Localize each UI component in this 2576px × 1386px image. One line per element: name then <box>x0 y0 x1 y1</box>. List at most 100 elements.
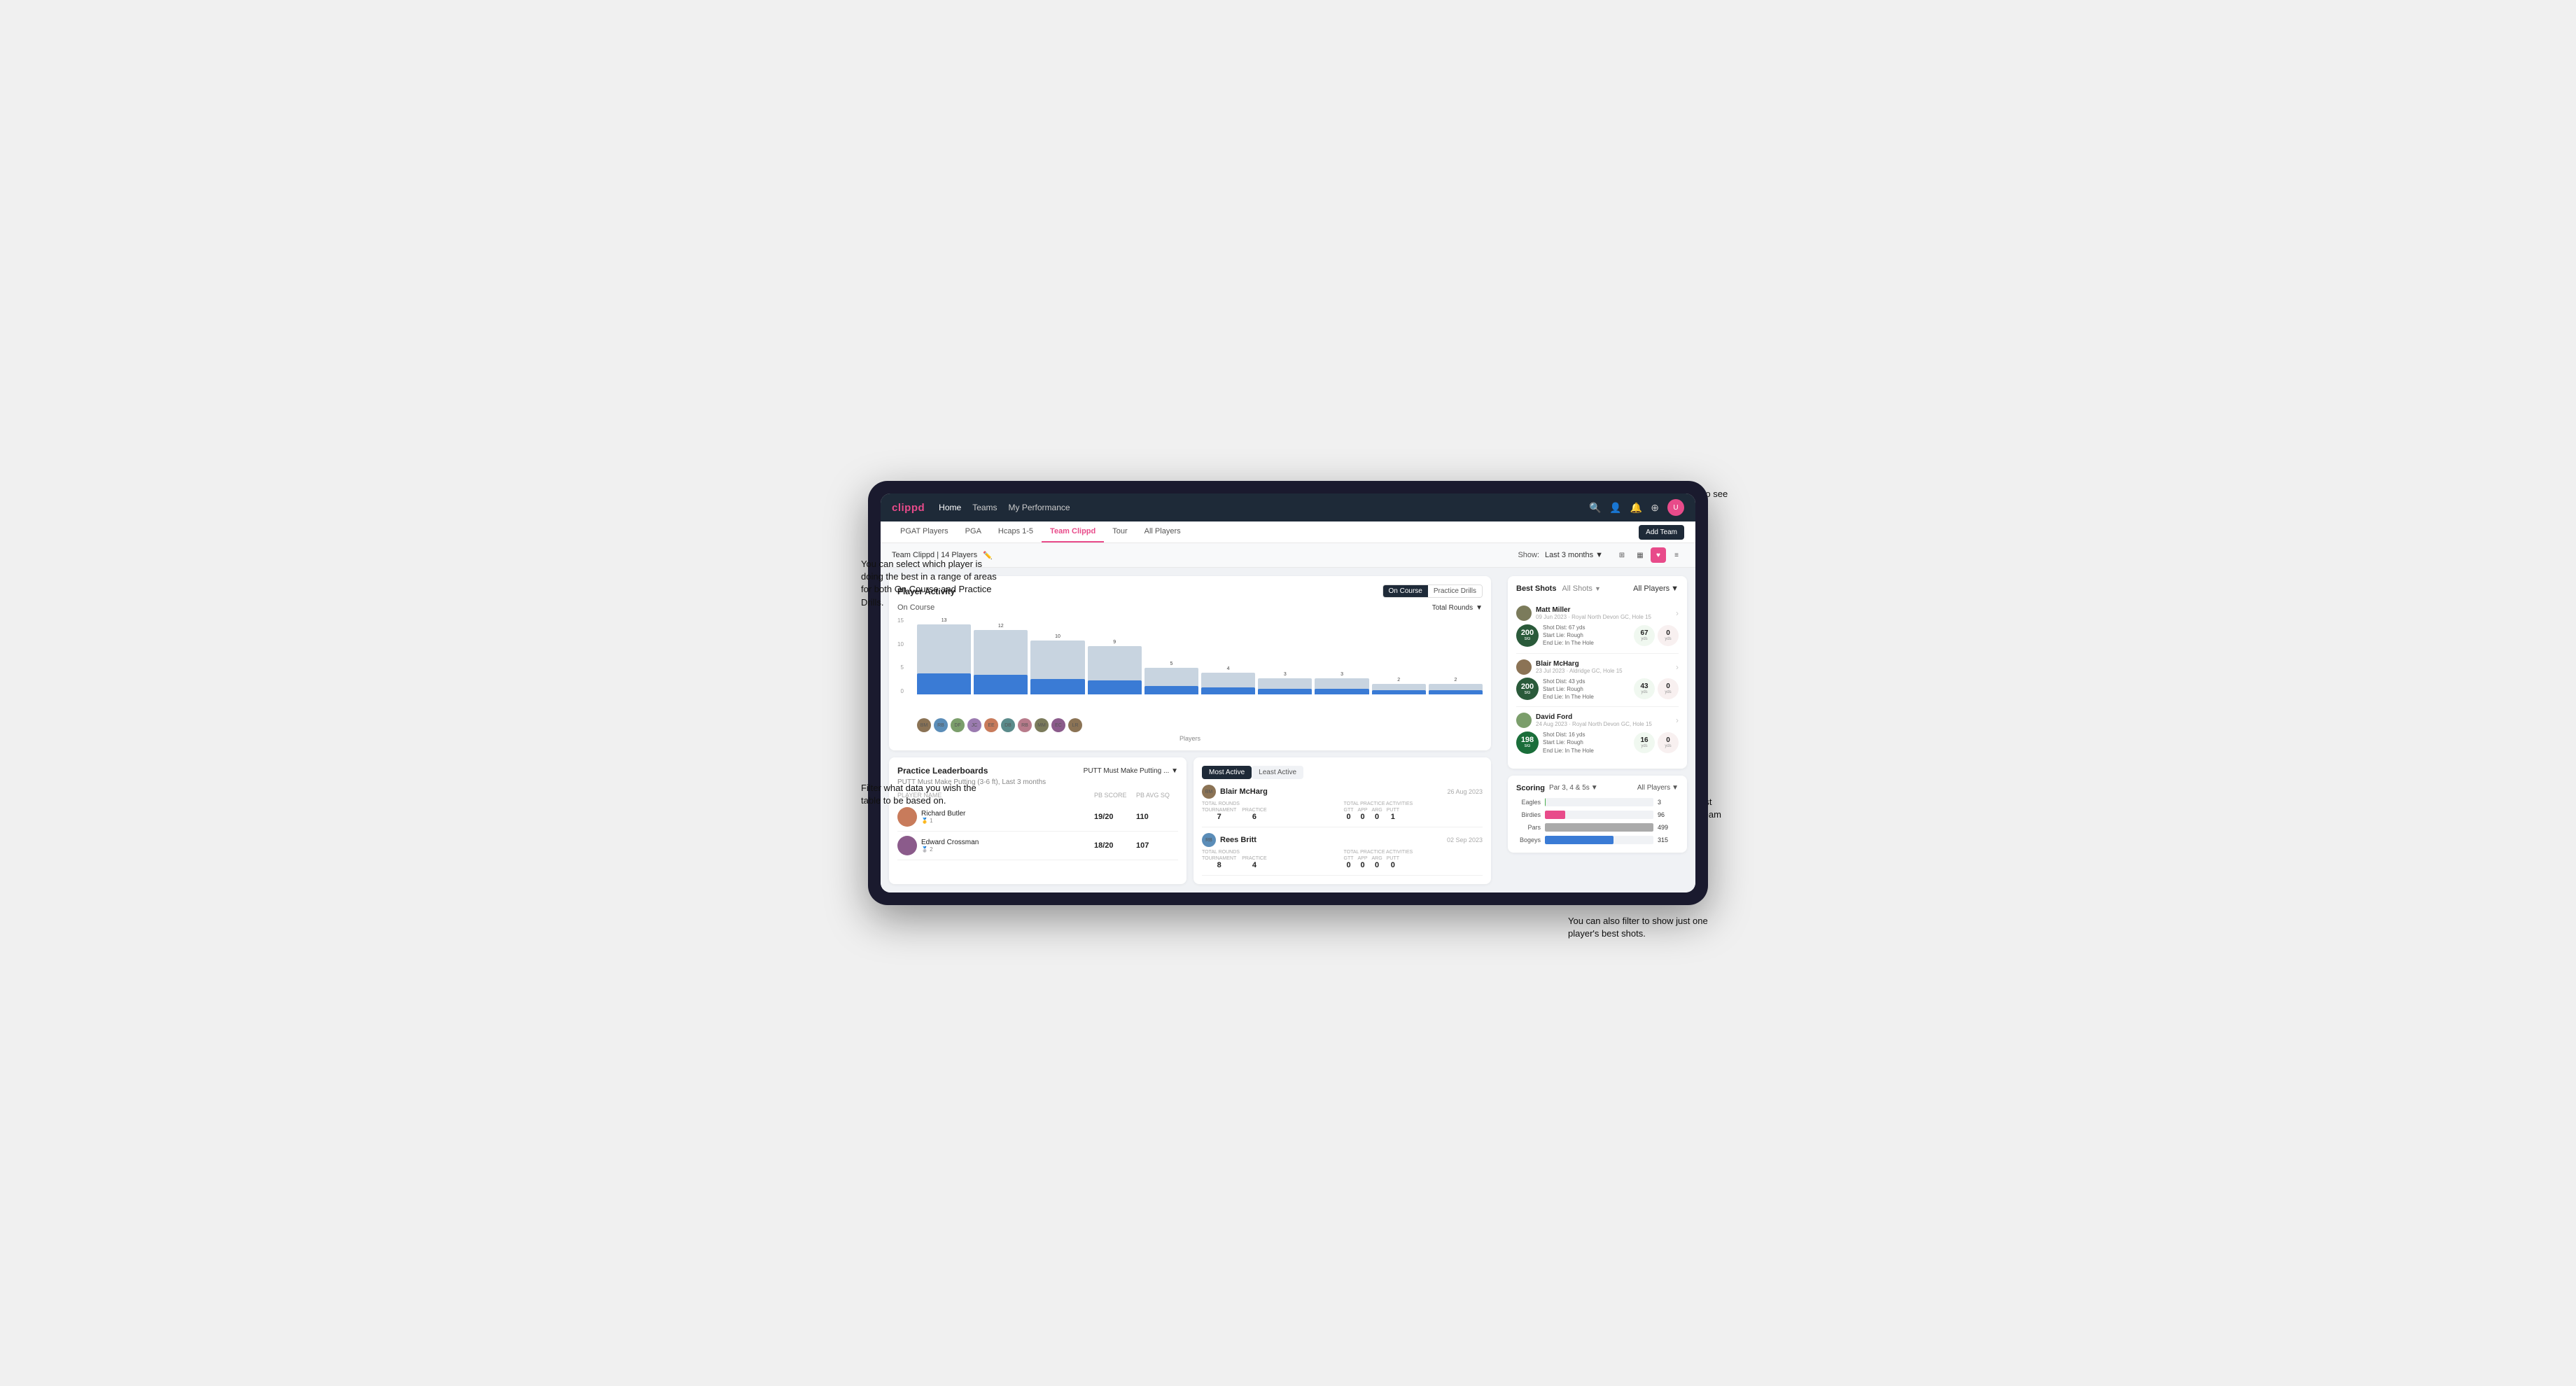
lb-score-1: 19/20 <box>1094 813 1136 821</box>
people-icon[interactable]: 👤 <box>1609 502 1621 514</box>
avatar-3[interactable]: DF <box>951 718 965 732</box>
shot-info-1: Shot Dist: 67 ydsStart Lie: RoughEnd Lie… <box>1543 624 1630 648</box>
leaderboard-header: Practice Leaderboards PUTT Must Make Put… <box>897 766 1178 776</box>
shot-entry-1[interactable]: Matt Miller 09 Jun 2023 · Royal North De… <box>1516 600 1679 654</box>
team-header: Team Clippd | 14 Players ✏️ Show: Last 3… <box>881 543 1695 568</box>
subnav-pga[interactable]: PGA <box>957 522 990 542</box>
birdies-bar-wrap <box>1545 811 1653 819</box>
shot-avatar-1 <box>1516 606 1532 621</box>
active-player-row-2[interactable]: RB Rees Britt 02 Sep 2023 Total Rounds <box>1202 827 1483 876</box>
view-list-btn[interactable]: ≡ <box>1669 547 1684 563</box>
avatar-5[interactable]: EE <box>984 718 998 732</box>
chevron-right-icon-1: › <box>1676 608 1679 618</box>
all-players-filter[interactable]: All Players ▼ <box>1633 584 1679 593</box>
chevron-down-icon5: ▼ <box>1671 584 1679 593</box>
scoring-filter-players[interactable]: All Players ▼ <box>1637 784 1679 792</box>
chevron-down-icon4: ▼ <box>1595 585 1601 592</box>
avatar-7[interactable]: RB <box>1018 718 1032 732</box>
tab-most-active[interactable]: Most Active <box>1202 766 1252 779</box>
practice-stat-2: Practice 4 <box>1242 856 1266 869</box>
avatar-8[interactable]: MM <box>1035 718 1049 732</box>
nav-teams[interactable]: Teams <box>972 500 997 514</box>
nav-home[interactable]: Home <box>939 500 961 514</box>
lb-row-2[interactable]: Edward Crossman 🥈 2 18/20 107 <box>897 832 1178 860</box>
shot-stats-2: 43 yds 0 yds <box>1634 678 1679 699</box>
top-nav: clippd Home Teams My Performance 🔍 👤 🔔 ⊕… <box>881 493 1695 522</box>
scoring-card: Scoring Par 3, 4 & 5s ▼ All Players ▼ <box>1508 776 1687 853</box>
chart-filter[interactable]: Total Rounds ▼ <box>1432 604 1483 612</box>
chevron-right-icon-2: › <box>1676 662 1679 672</box>
bar-9 <box>1372 684 1426 694</box>
chevron-down-icon2: ▼ <box>1476 604 1483 612</box>
avatar-9[interactable]: EC <box>1051 718 1065 732</box>
eagles-bar-fill <box>1545 798 1546 806</box>
active-date-1: 26 Aug 2023 <box>1447 788 1483 795</box>
view-grid4-btn[interactable]: ⊞ <box>1614 547 1630 563</box>
shot-player-info-2: Blair McHarg 23 Jul 2023 · Aldridge GC, … <box>1516 659 1623 675</box>
bar-group-1: 13 <box>917 618 971 694</box>
shot-stat-dist-1: 67 yds <box>1634 625 1655 646</box>
scoring-bar-bogeys: Bogeys 315 <box>1516 836 1679 844</box>
lb-col-avg: PB AVG SQ <box>1136 792 1178 799</box>
subnav-team-clippd[interactable]: Team Clippd <box>1042 522 1104 542</box>
shot-entry-2[interactable]: Blair McHarg 23 Jul 2023 · Aldridge GC, … <box>1516 654 1679 708</box>
nav-links: Home Teams My Performance <box>939 500 1575 514</box>
tablet-screen: clippd Home Teams My Performance 🔍 👤 🔔 ⊕… <box>881 493 1695 892</box>
scoring-title: Scoring <box>1516 784 1545 792</box>
scoring-filter-par[interactable]: Par 3, 4 & 5s ▼ <box>1549 784 1598 792</box>
tab-least-active[interactable]: Least Active <box>1252 766 1303 779</box>
right-panel: Best Shots All Shots ▼ All Players ▼ <box>1499 568 1695 892</box>
bell-icon[interactable]: 🔔 <box>1630 502 1642 514</box>
all-shots-tab[interactable]: All Shots ▼ <box>1562 584 1600 593</box>
subnav-all-players[interactable]: All Players <box>1136 522 1189 542</box>
active-name-1: Blair McHarg <box>1220 788 1268 796</box>
view-heart-btn[interactable]: ♥ <box>1651 547 1666 563</box>
bar-6 <box>1201 673 1255 694</box>
shot-info-2: Shot Dist: 43 ydsStart Lie: RoughEnd Lie… <box>1543 678 1630 701</box>
sub-nav: PGAT Players PGA Hcaps 1-5 Team Clippd T… <box>881 522 1695 543</box>
page-wrapper: Choose the timescale you wish to see the… <box>868 481 1708 905</box>
subnav-pgat[interactable]: PGAT Players <box>892 522 957 542</box>
search-icon[interactable]: 🔍 <box>1589 502 1601 514</box>
pars-bar-fill <box>1545 823 1653 832</box>
leaderboard-filter[interactable]: PUTT Must Make Putting ... ▼ <box>1084 767 1178 775</box>
user-avatar[interactable]: U <box>1667 499 1684 516</box>
putt-stat-1: PUTT 1 <box>1387 808 1399 821</box>
lb-avg-2: 107 <box>1136 841 1178 850</box>
subnav-hcaps[interactable]: Hcaps 1-5 <box>990 522 1042 542</box>
show-select[interactable]: Last 3 months ▼ <box>1545 551 1603 559</box>
active-player-row-1[interactable]: BM Blair McHarg 26 Aug 2023 Total Rounds <box>1202 779 1483 827</box>
shot-entry-3[interactable]: David Ford 24 Aug 2023 · Royal North Dev… <box>1516 707 1679 760</box>
bar-10 <box>1429 684 1483 694</box>
shot-player-name-3: David Ford <box>1536 713 1652 721</box>
toggle-practice-drills[interactable]: Practice Drills <box>1428 585 1482 597</box>
y-axis: 15 10 5 0 <box>897 617 906 694</box>
active-player-header-2: RB Rees Britt 02 Sep 2023 <box>1202 833 1483 847</box>
subnav-tour[interactable]: Tour <box>1104 522 1135 542</box>
avatar-4[interactable]: JC <box>967 718 981 732</box>
avatar-1[interactable]: BM <box>917 718 931 732</box>
shot-badge-1: 200 SG <box>1516 624 1539 647</box>
activity-toggle-group: On Course Practice Drills <box>1382 584 1483 598</box>
avatar-6[interactable]: DB <box>1001 718 1015 732</box>
shot-stat-zero-3: 0 yds <box>1658 732 1679 753</box>
bar-7 <box>1258 678 1312 694</box>
view-grid-btn[interactable]: ▦ <box>1632 547 1648 563</box>
arg-stat-2: ARG 0 <box>1372 856 1382 869</box>
add-team-button[interactable]: Add Team <box>1639 525 1684 540</box>
nav-my-performance[interactable]: My Performance <box>1009 500 1070 514</box>
bottom-row: Practice Leaderboards PUTT Must Make Put… <box>889 757 1491 884</box>
shot-badge-3: 198 SG <box>1516 732 1539 754</box>
gtt-stat-1: GTT 0 <box>1344 808 1354 821</box>
active-date-2: 02 Sep 2023 <box>1447 836 1483 844</box>
nav-icons: 🔍 👤 🔔 ⊕ U <box>1589 499 1684 516</box>
add-icon[interactable]: ⊕ <box>1651 502 1659 514</box>
chevron-down-icon: ▼ <box>1595 551 1603 559</box>
eagles-label: Eagles <box>1516 799 1541 806</box>
bar-group-2: 12 <box>974 624 1028 694</box>
avatar-2[interactable]: RB <box>934 718 948 732</box>
active-name-2: Rees Britt <box>1220 836 1256 844</box>
toggle-on-course[interactable]: On Course <box>1383 585 1428 597</box>
avatar-10[interactable]: LR <box>1068 718 1082 732</box>
shot-player-name-1: Matt Miller <box>1536 606 1651 614</box>
